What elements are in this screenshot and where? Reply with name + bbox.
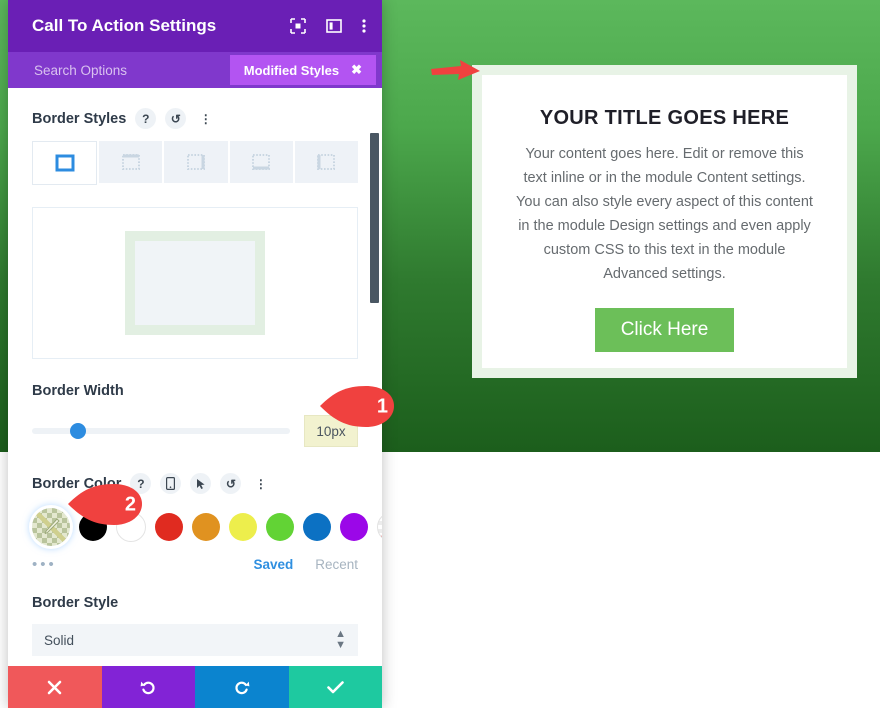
color-picker-swatch[interactable] bbox=[32, 508, 70, 546]
modified-styles-badge[interactable]: Modified Styles ✖ bbox=[229, 55, 376, 85]
tab-recent[interactable]: Recent bbox=[315, 557, 358, 572]
border-width-label: Border Width bbox=[32, 383, 124, 399]
panel-header: Call To Action Settings bbox=[8, 0, 382, 52]
border-top-tab[interactable] bbox=[99, 141, 163, 183]
swatch-yellow[interactable] bbox=[229, 513, 257, 541]
tab-saved[interactable]: Saved bbox=[253, 557, 293, 572]
panel-footer bbox=[8, 666, 382, 708]
border-style-select[interactable]: Solid ▲ ▼ bbox=[32, 624, 358, 656]
chevron-updown-icon: ▲ ▼ bbox=[335, 628, 346, 651]
cta-module-preview[interactable]: YOUR TITLE GOES HERE Your content goes h… bbox=[472, 65, 857, 378]
redo-button[interactable] bbox=[195, 666, 289, 708]
scrollbar-thumb[interactable] bbox=[370, 133, 379, 303]
border-all-tab[interactable] bbox=[32, 141, 98, 185]
cancel-button[interactable] bbox=[8, 666, 102, 708]
swatch-purple[interactable] bbox=[340, 513, 368, 541]
callout-marker-1: 1 bbox=[320, 384, 396, 430]
callout-marker-2: 2 bbox=[68, 482, 144, 528]
search-input[interactable] bbox=[32, 61, 230, 79]
cta-title: YOUR TITLE GOES HERE bbox=[539, 107, 790, 129]
mobile-icon[interactable] bbox=[160, 473, 182, 494]
swatch-blue[interactable] bbox=[303, 513, 331, 541]
panel-body: Border Styles ? ↺ ⋮ Border Width 10px Bo… bbox=[8, 88, 382, 666]
border-preview-box bbox=[32, 207, 358, 359]
border-styles-label-row: Border Styles ? ↺ ⋮ bbox=[32, 108, 358, 129]
panel-search-bar: Modified Styles ✖ bbox=[8, 52, 382, 88]
border-preview-shape bbox=[125, 231, 265, 335]
border-width-slider[interactable] bbox=[32, 423, 290, 439]
border-style-tab-group bbox=[32, 141, 359, 185]
panel-scroll-area: Border Styles ? ↺ ⋮ Border Width 10px Bo… bbox=[8, 88, 382, 666]
callout-number: 2 bbox=[124, 493, 136, 516]
cta-body-text: Your content goes here. Edit or remove t… bbox=[516, 146, 813, 283]
more-vertical-icon[interactable]: ⋮ bbox=[195, 108, 216, 129]
undo-button[interactable] bbox=[101, 666, 195, 708]
modified-styles-label: Modified Styles bbox=[243, 62, 340, 78]
help-icon[interactable]: ? bbox=[135, 108, 157, 129]
border-styles-label: Border Styles bbox=[32, 110, 127, 127]
more-vertical-icon[interactable] bbox=[362, 18, 366, 34]
annotation-arrow-preview bbox=[431, 60, 480, 80]
swatch-red[interactable] bbox=[155, 513, 183, 541]
slider-thumb[interactable] bbox=[70, 423, 87, 439]
close-icon[interactable]: ✖ bbox=[351, 62, 362, 78]
more-dots-icon[interactable]: ••• bbox=[32, 556, 57, 573]
border-style-field: Border Style Solid ▲ ▼ bbox=[32, 595, 358, 656]
swatch-green[interactable] bbox=[266, 513, 294, 541]
reset-icon[interactable]: ↺ bbox=[165, 108, 187, 129]
border-width-slider-row: 10px bbox=[32, 415, 358, 447]
more-vertical-icon[interactable]: ⋮ bbox=[250, 473, 271, 494]
page-title: Call To Action Settings bbox=[32, 16, 217, 35]
border-right-tab[interactable] bbox=[164, 141, 228, 183]
color-source-tabs: Saved Recent bbox=[253, 557, 358, 572]
border-left-tab[interactable] bbox=[294, 141, 359, 183]
cursor-icon[interactable] bbox=[190, 473, 212, 494]
reset-icon[interactable]: ↺ bbox=[220, 473, 242, 494]
layout-panel-icon[interactable] bbox=[326, 18, 342, 34]
border-bottom-tab[interactable] bbox=[229, 141, 293, 183]
color-swatch-footer: ••• Saved Recent bbox=[32, 556, 358, 573]
swatch-orange[interactable] bbox=[192, 513, 220, 541]
expand-target-icon[interactable] bbox=[290, 18, 306, 34]
save-button[interactable] bbox=[288, 666, 382, 708]
callout-number: 1 bbox=[376, 395, 388, 418]
border-style-label: Border Style bbox=[32, 595, 119, 611]
border-style-value: Solid bbox=[44, 632, 75, 648]
cta-module-inner: YOUR TITLE GOES HERE Your content goes h… bbox=[482, 75, 847, 368]
settings-panel: Call To Action Settings Modified Styles bbox=[8, 0, 382, 708]
panel-scrollbar[interactable] bbox=[370, 88, 379, 666]
cta-click-here-button[interactable]: Click Here bbox=[594, 308, 735, 353]
border-width-field: Border Width 10px bbox=[32, 383, 358, 447]
